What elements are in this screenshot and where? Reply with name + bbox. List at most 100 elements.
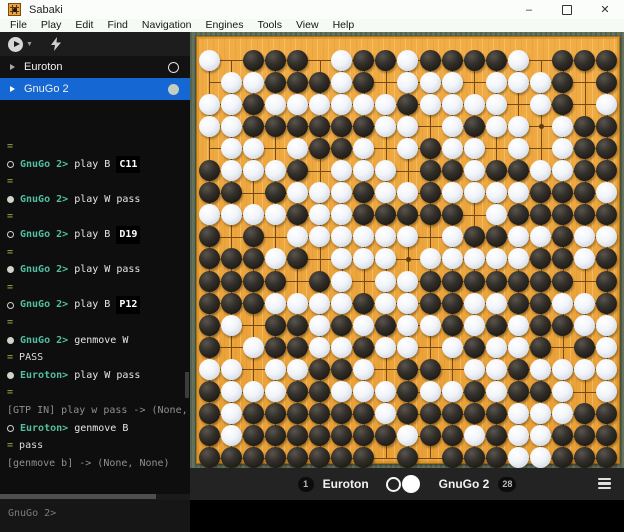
white-stone	[375, 116, 396, 137]
black-stone	[574, 425, 595, 446]
white-stone	[464, 248, 485, 269]
white-stone	[375, 337, 396, 358]
expand-triangle-icon[interactable]	[10, 64, 15, 70]
white-stone	[442, 72, 463, 93]
console-response-line: = PASS	[7, 349, 190, 367]
white-stone	[243, 204, 264, 225]
console-toolbar: ▼	[0, 32, 190, 56]
engine-list: EurotonGnuGo 2	[0, 56, 190, 100]
start-engines-button[interactable]: ▼	[8, 37, 33, 52]
menu-help[interactable]: Help	[326, 19, 362, 32]
white-stone	[375, 226, 396, 247]
white-stone	[530, 403, 551, 424]
window-title: Sabaki	[29, 4, 63, 16]
console-log-line: [GTP IN] play w pass -> (None,	[7, 402, 190, 420]
white-stone	[397, 226, 418, 247]
black-stone	[243, 116, 264, 137]
console-command-line: GnuGo 2> play W pass	[7, 261, 190, 279]
console-vertical-scrollbar[interactable]	[185, 372, 189, 398]
white-stone	[574, 293, 595, 314]
black-stone	[442, 425, 463, 446]
black-stone	[199, 248, 220, 269]
white-stone	[353, 248, 374, 269]
black-stone	[331, 116, 352, 137]
menu-view[interactable]: View	[289, 19, 326, 32]
black-stone	[353, 50, 374, 71]
black-stone	[243, 271, 264, 292]
white-stone	[309, 293, 330, 314]
maximize-button[interactable]	[548, 0, 586, 19]
white-stone	[309, 226, 330, 247]
black-stone	[353, 204, 374, 225]
black-stone	[309, 381, 330, 402]
white-stone	[287, 226, 308, 247]
engine-row-gnugo-2[interactable]: GnuGo 2	[0, 78, 190, 100]
white-stone	[530, 160, 551, 181]
gtp-console-log[interactable]: =GnuGo 2> play B C11=GnuGo 2> play W pas…	[0, 122, 190, 494]
menu-engines[interactable]: Engines	[199, 19, 251, 32]
menu-tools[interactable]: Tools	[250, 19, 289, 32]
close-button[interactable]: ✕	[586, 0, 624, 19]
white-stone	[397, 116, 418, 137]
stone-color-icon	[7, 372, 14, 379]
black-stone	[574, 204, 595, 225]
white-stone	[530, 359, 551, 380]
black-stone	[243, 248, 264, 269]
black-stone	[530, 337, 551, 358]
menu-hamburger-icon[interactable]	[598, 478, 611, 489]
scrollbar-thumb[interactable]	[0, 494, 156, 499]
white-stone	[309, 204, 330, 225]
black-stone	[331, 315, 352, 336]
white-stone	[287, 293, 308, 314]
captures-badge-right: 28	[498, 477, 516, 492]
stone-color-icon	[7, 161, 14, 168]
white-stone	[309, 315, 330, 336]
minimize-button[interactable]: –	[510, 0, 548, 19]
black-stone	[552, 226, 573, 247]
black-stone	[265, 72, 286, 93]
black-stone	[265, 425, 286, 446]
black-stone	[574, 50, 595, 71]
white-stone	[309, 337, 330, 358]
menu-find[interactable]: Find	[100, 19, 134, 32]
black-stone	[596, 138, 617, 159]
menu-file[interactable]: File	[3, 19, 34, 32]
black-stone	[574, 182, 595, 203]
black-stone	[353, 337, 374, 358]
white-stone	[353, 226, 374, 247]
white-stone	[508, 182, 529, 203]
black-stone	[596, 248, 617, 269]
menu-play[interactable]: Play	[34, 19, 68, 32]
black-stone	[596, 50, 617, 71]
white-stone	[464, 138, 485, 159]
goban[interactable]	[196, 36, 620, 464]
menu-navigation[interactable]: Navigation	[135, 19, 199, 32]
black-stone	[287, 116, 308, 137]
console-command-line: Euroton> play W pass	[7, 367, 190, 385]
black-stone	[530, 248, 551, 269]
white-stone	[199, 359, 220, 380]
white-stone	[221, 72, 242, 93]
black-stone	[486, 160, 507, 181]
lightning-icon[interactable]	[51, 37, 61, 51]
turn-toggle[interactable]	[386, 475, 422, 493]
console-input[interactable]: GnuGo 2>	[0, 500, 190, 532]
white-stone	[596, 315, 617, 336]
white-stone	[375, 160, 396, 181]
white-stone	[486, 248, 507, 269]
black-stone	[442, 447, 463, 468]
player-bar: 1 Euroton GnuGo 2 28	[190, 468, 624, 500]
black-stone	[287, 72, 308, 93]
white-stone	[221, 315, 242, 336]
expand-triangle-icon[interactable]	[10, 86, 15, 92]
chevron-down-icon: ▼	[26, 41, 33, 48]
stone-color-icon	[7, 425, 14, 432]
white-stone	[243, 138, 264, 159]
engine-row-euroton[interactable]: Euroton	[0, 56, 190, 78]
menu-edit[interactable]: Edit	[68, 19, 100, 32]
console-response-line: =	[7, 138, 190, 156]
black-stone	[530, 204, 551, 225]
black-stone	[420, 425, 441, 446]
black-stone	[309, 138, 330, 159]
white-stone	[331, 160, 352, 181]
